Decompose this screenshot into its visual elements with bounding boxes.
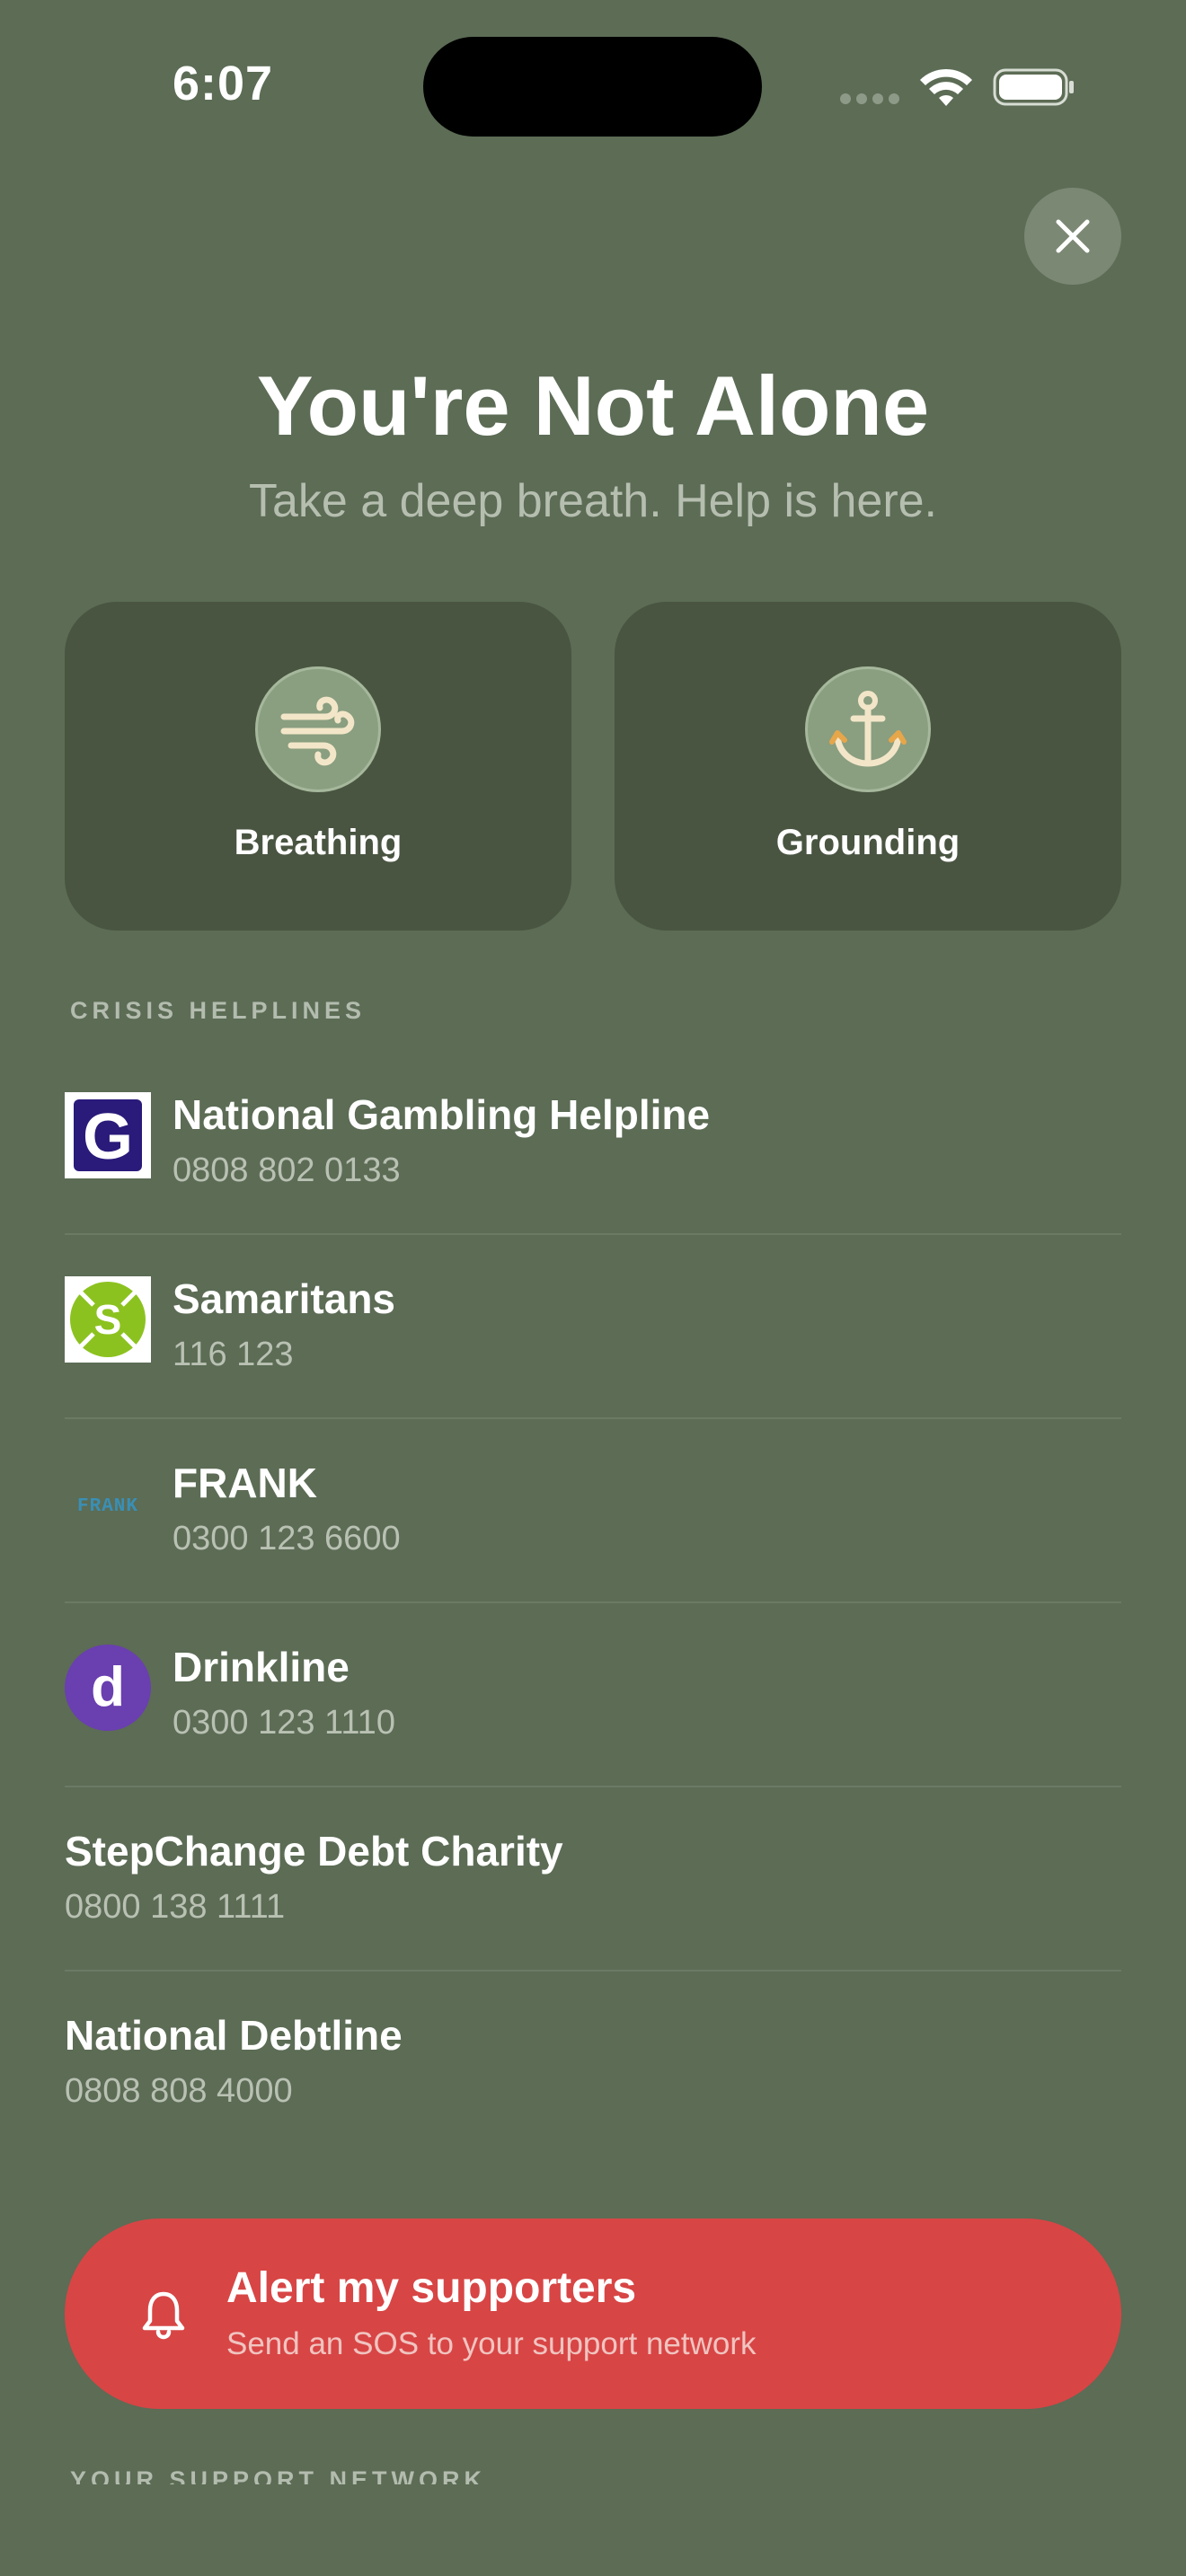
helpline-phone: 116 123 (173, 1336, 294, 1373)
dynamic-island (423, 37, 762, 137)
breathing-card[interactable]: Breathing (65, 602, 571, 931)
close-icon (1056, 219, 1090, 253)
samaritans-logo: S (65, 1276, 151, 1363)
svg-text:FRANK: FRANK (77, 1496, 138, 1517)
helpline-phone: 0808 808 4000 (65, 2072, 293, 2110)
helpline-name: Drinkline (173, 1644, 350, 1690)
helpline-name: Samaritans (173, 1275, 396, 1322)
sos-subtitle: Send an SOS to your support network (226, 2326, 757, 2361)
crisis-helplines-heading: CRISIS HELPLINES (70, 997, 367, 1024)
helpline-name: National Gambling Helpline (173, 1091, 711, 1138)
helpline-samaritans[interactable]: S Samaritans 116 123 (65, 1235, 1121, 1419)
status-bar: 6:07 (0, 0, 1186, 180)
gambling-helpline-logo: G (65, 1092, 151, 1178)
helpline-phone: 0800 138 1111 (65, 1888, 286, 1926)
frank-logo: FRANK (65, 1460, 151, 1547)
helpline-drinkline[interactable]: d Drinkline 0300 123 1110 (65, 1603, 1121, 1787)
helpline-name: FRANK (173, 1460, 317, 1506)
helpline-phone: 0808 802 0133 (173, 1151, 401, 1189)
sos-title: Alert my supporters (226, 2264, 637, 2312)
anchor-icon (805, 666, 931, 792)
helpline-phone: 0300 123 1110 (173, 1704, 395, 1742)
helpline-name: National Debtline (65, 2012, 403, 2059)
helpline-national-debtline[interactable]: National Debtline 0808 808 4000 (65, 1972, 1121, 2156)
status-time: 6:07 (173, 57, 274, 110)
bell-icon (142, 2291, 185, 2340)
battery-icon (993, 68, 1074, 106)
drinkline-logo: d (65, 1645, 151, 1731)
support-network-heading: YOUR SUPPORT NETWORK (70, 2468, 487, 2484)
helpline-phone: 0300 123 6600 (173, 1520, 401, 1557)
grounding-card[interactable]: Grounding (615, 602, 1121, 931)
breathing-label: Breathing (234, 823, 403, 862)
page-title: You're Not Alone (256, 358, 930, 453)
close-button[interactable] (1024, 188, 1121, 285)
alert-supporters-button[interactable]: Alert my supporters Send an SOS to your … (65, 2219, 1121, 2409)
svg-text:d: d (91, 1656, 125, 1718)
grounding-label: Grounding (775, 823, 960, 862)
helpline-name: StepChange Debt Charity (65, 1828, 563, 1875)
svg-text:G: G (83, 1101, 133, 1173)
wind-icon (255, 666, 381, 792)
helpline-frank[interactable]: FRANK FRANK 0300 123 6600 (65, 1419, 1121, 1603)
svg-text:S: S (94, 1296, 122, 1343)
page-subtitle: Take a deep breath. Help is here. (248, 475, 938, 527)
helpline-national-gambling[interactable]: G National Gambling Helpline 0808 802 01… (65, 1051, 1121, 1235)
cellular-signal-icon (840, 93, 899, 104)
helpline-stepchange[interactable]: StepChange Debt Charity 0800 138 1111 (65, 1787, 1121, 1972)
wifi-icon (920, 68, 972, 106)
